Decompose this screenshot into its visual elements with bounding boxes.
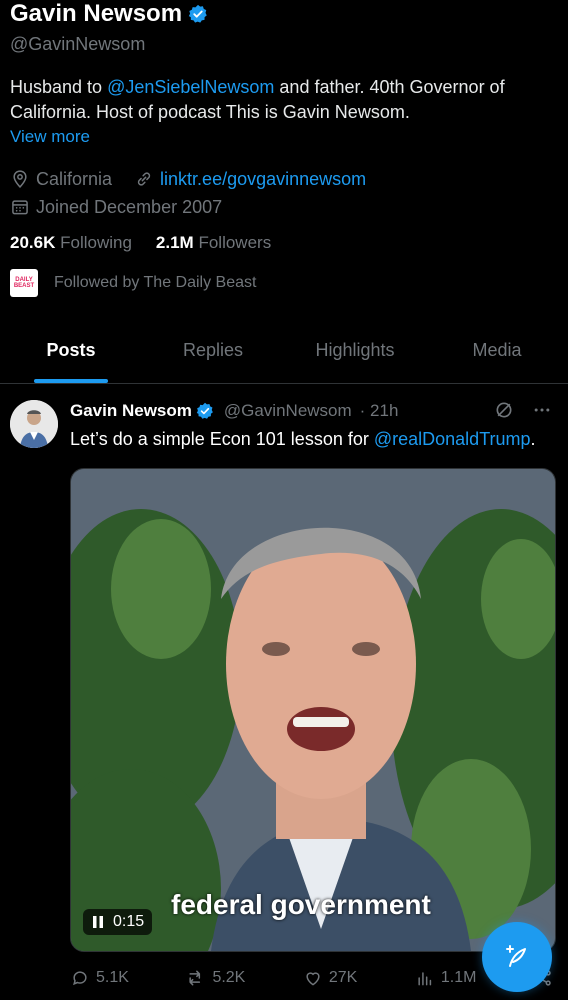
daily-beast-logo-text: DAILY BEAST <box>13 277 35 289</box>
profile-bio: Husband to @JenSiebelNewsom and father. … <box>10 75 558 125</box>
tab-replies[interactable]: Replies <box>142 325 284 383</box>
post-text-body: Let’s do a simple Econ 101 lesson for <box>70 429 374 449</box>
compose-icon <box>506 945 526 967</box>
link-icon <box>137 172 151 186</box>
bio-text: Husband to <box>10 77 108 97</box>
tab-posts[interactable]: Posts <box>0 325 142 383</box>
like-icon <box>306 972 320 986</box>
post-body: Gavin Newsom @GavinNewsom · 21h Let’s do… <box>70 398 558 452</box>
tab-media[interactable]: Media <box>426 325 568 383</box>
followed-by-text: Followed by The Daily Beast <box>54 274 257 291</box>
post-author-name[interactable]: Gavin Newsom <box>70 401 192 421</box>
followers-link[interactable]: 2.1M Followers <box>156 233 271 253</box>
views-icon <box>418 972 432 986</box>
video-frame-image <box>71 469 555 951</box>
tab-highlights[interactable]: Highlights <box>284 325 426 383</box>
repost-count: 5.2K <box>212 969 246 986</box>
like-button[interactable]: 27K <box>303 968 357 988</box>
repost-icon <box>189 970 201 986</box>
video-caption: federal government <box>171 889 431 920</box>
post-header: Gavin Newsom @GavinNewsom · 21h <box>70 398 558 424</box>
post-time[interactable]: · 21h <box>360 401 399 421</box>
following-count: 20.6K <box>10 233 56 252</box>
followers-count: 2.1M <box>155 233 194 252</box>
daily-beast-avatar: DAILY BEAST <box>10 269 38 297</box>
views-count: 1.1M <box>440 969 477 986</box>
like-count: 27K <box>328 969 358 986</box>
profile-name-row: Gavin Newsom <box>10 0 558 28</box>
verified-badge-icon <box>196 402 213 419</box>
following-link[interactable]: 20.6K Following <box>10 233 132 253</box>
post-top-actions <box>494 400 552 420</box>
post-video[interactable]: federal government 0:15 <box>70 468 556 952</box>
profile-name: Gavin Newsom <box>10 0 183 27</box>
video-timer[interactable]: 0:15 <box>83 909 153 935</box>
grok-icon[interactable] <box>494 400 514 420</box>
location-icon <box>13 170 27 188</box>
post-text-end: . <box>530 429 536 449</box>
repost-button[interactable]: 5.2K <box>186 968 245 988</box>
more-icon[interactable] <box>532 400 552 420</box>
reply-count: 5.1K <box>96 969 129 986</box>
profile-meta: California linktr.ee/govgavinnewsom Join… <box>10 165 558 221</box>
reply-button[interactable]: 5.1K <box>70 968 129 988</box>
profile-header: Gavin Newsom @GavinNewsom Husband to @Je… <box>0 0 568 297</box>
follow-counts: 20.6K Following 2.1M Followers <box>10 233 558 253</box>
followers-label: Followers <box>198 233 272 252</box>
reply-icon <box>73 971 87 986</box>
post-author-handle[interactable]: @GavinNewsom <box>224 401 352 421</box>
verified-badge-icon <box>188 4 207 23</box>
video-time: 0:15 <box>113 913 145 930</box>
calendar-icon <box>12 200 28 215</box>
bio-mention-link[interactable]: @JenSiebelNewsom <box>107 77 274 97</box>
compose-button[interactable] <box>482 922 552 992</box>
post-mention-link[interactable]: @realDonaldTrump <box>374 429 531 449</box>
views-button[interactable]: 1.1M <box>415 968 477 988</box>
post-text: Let’s do a simple Econ 101 lesson for @r… <box>70 426 558 452</box>
followed-by[interactable]: DAILY BEAST Followed by The Daily Beast <box>10 269 558 297</box>
joined-text: Joined December 2007 <box>36 196 223 217</box>
following-label: Following <box>60 233 132 252</box>
meta-row: Joined December 2007 <box>10 193 558 221</box>
meta-row: California linktr.ee/govgavinnewsom <box>10 165 558 193</box>
avatar-image <box>10 400 58 448</box>
pause-icon[interactable] <box>91 915 105 929</box>
location-text: California <box>36 168 113 189</box>
profile-link[interactable]: linktr.ee/govgavinnewsom <box>160 169 366 190</box>
view-more-link[interactable]: View more <box>10 127 558 147</box>
profile-handle: @GavinNewsom <box>10 34 146 54</box>
profile-tabs: Posts Replies Highlights Media <box>0 325 568 384</box>
avatar[interactable] <box>10 400 58 448</box>
